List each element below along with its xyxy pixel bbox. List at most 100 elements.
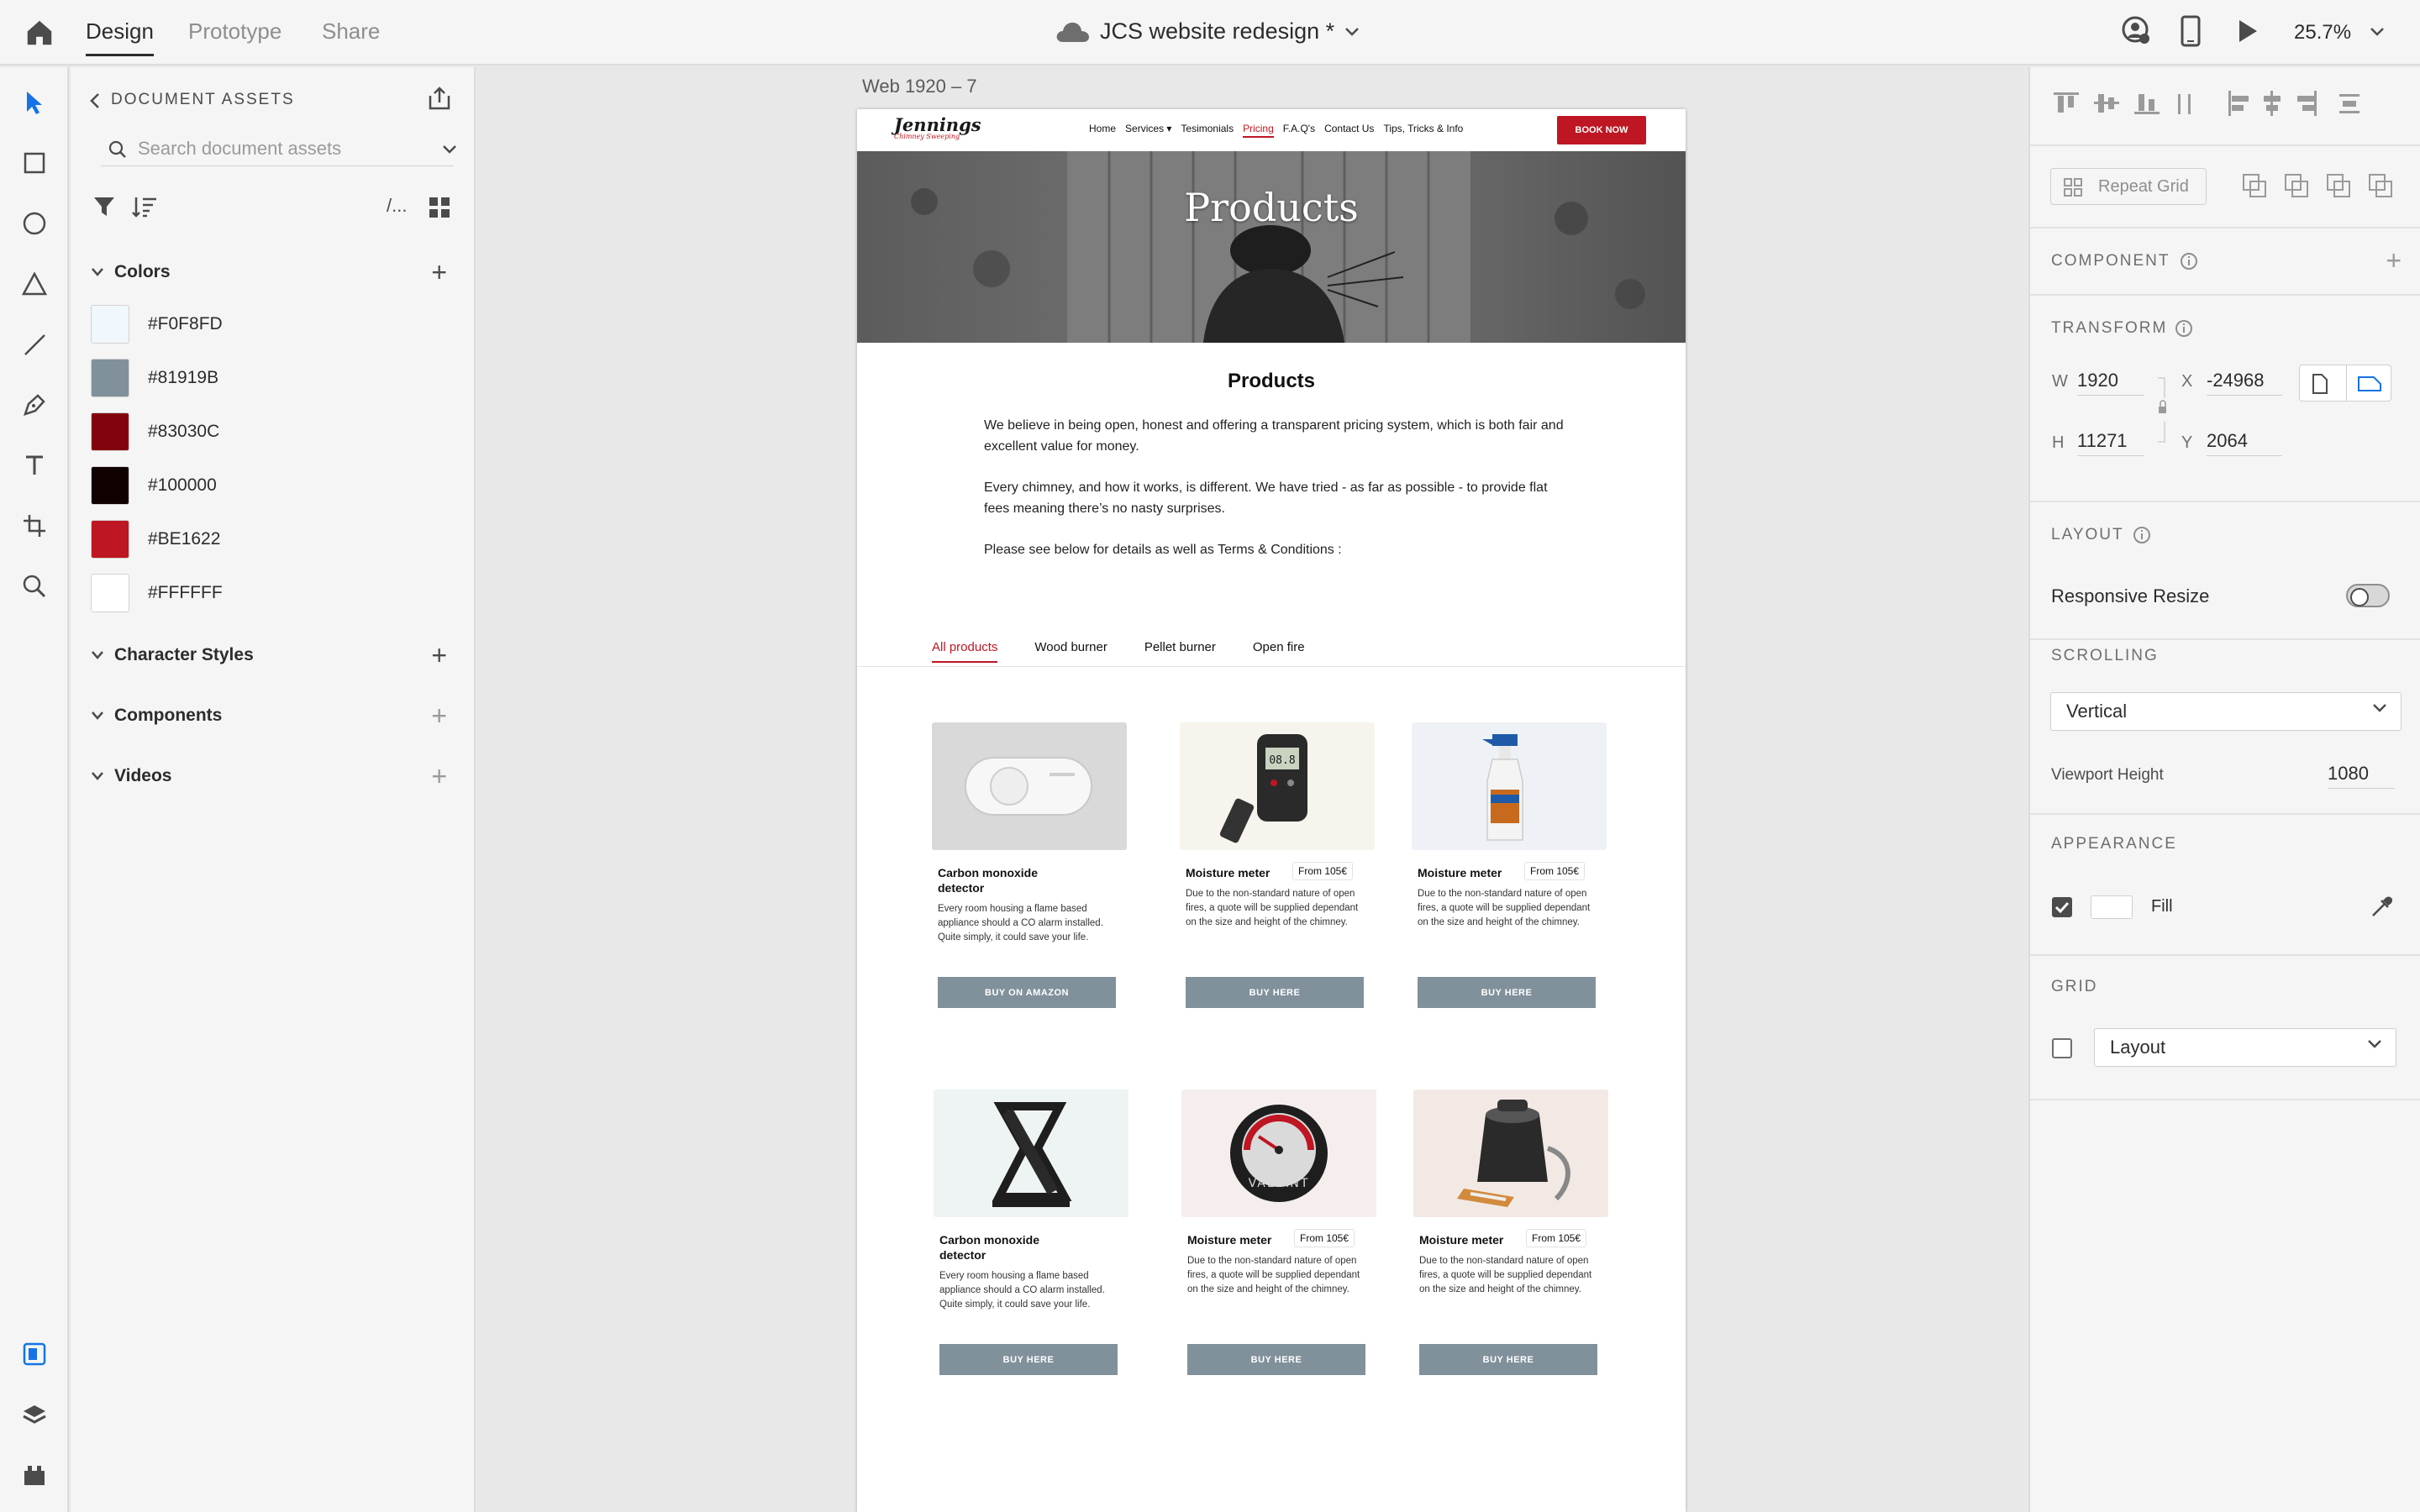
add-color-icon[interactable]: + (431, 259, 447, 286)
color-swatch[interactable] (91, 466, 129, 505)
buy-here-button[interactable]: BUY HERE (1419, 1344, 1597, 1375)
color-swatch[interactable] (91, 574, 129, 612)
boolean-ops-icons[interactable] (2242, 173, 2402, 198)
zoom-level[interactable]: 25.7% (2294, 21, 2351, 45)
y-field[interactable]: 2064 (2207, 430, 2282, 456)
color-swatch[interactable] (91, 412, 129, 451)
nav-link[interactable]: F.A.Q's (1283, 123, 1315, 138)
filter-icon[interactable] (92, 195, 116, 218)
chevron-down-icon (92, 772, 103, 780)
scrolling-dropdown[interactable]: Vertical (2050, 692, 2402, 731)
document-title[interactable]: JCS website redesign * (1055, 18, 1360, 45)
color-swatch-item[interactable]: #100000 (91, 465, 217, 506)
color-swatch[interactable] (91, 359, 129, 397)
share-user-icon[interactable] (2121, 15, 2151, 45)
tab-design[interactable]: Design (86, 18, 154, 56)
scrolling-section-label: SCROLLING (2051, 647, 2159, 664)
plugins-panel-icon[interactable] (18, 1458, 51, 1492)
landscape-icon[interactable] (2357, 375, 2382, 392)
info-icon[interactable] (2175, 319, 2193, 338)
nav-link[interactable]: Tesimonials (1181, 123, 1234, 138)
align-icons[interactable] (2054, 91, 2390, 116)
product-image: VALIANT (1181, 1089, 1376, 1217)
assets-panel-icon[interactable] (18, 1337, 51, 1371)
chevron-down-icon[interactable] (1344, 27, 1360, 37)
artboard-label[interactable]: Web 1920 – 7 (862, 76, 977, 97)
add-component-state-icon[interactable]: + (2386, 247, 2402, 274)
buy-here-button[interactable]: BUY HERE (939, 1344, 1118, 1375)
product-tab[interactable]: Pellet burner (1144, 640, 1216, 663)
repeat-grid-button[interactable]: Repeat Grid (2050, 168, 2207, 205)
product-tab[interactable]: Wood burner (1034, 640, 1107, 663)
info-icon[interactable] (2180, 252, 2198, 270)
polygon-tool-icon[interactable] (18, 267, 51, 301)
grid-view-icon[interactable] (429, 197, 450, 218)
book-now-button[interactable]: BOOK NOW (1557, 116, 1646, 144)
tab-prototype[interactable]: Prototype (188, 18, 281, 45)
design-canvas[interactable]: Web 1920 – 7 Jennings Chimney Sweeping Ho… (477, 67, 2027, 1512)
nav-link[interactable]: Services ▾ (1125, 123, 1171, 138)
text-tool-icon[interactable] (18, 449, 51, 482)
fill-color-swatch[interactable] (2091, 895, 2133, 919)
info-icon[interactable] (2133, 526, 2151, 544)
x-field[interactable]: -24968 (2207, 370, 2282, 396)
buy-here-button[interactable]: BUY HERE (1186, 977, 1364, 1008)
zoom-chevron-icon[interactable] (2370, 27, 2385, 37)
fill-checkbox[interactable] (2052, 897, 2072, 917)
export-icon[interactable] (427, 86, 452, 111)
buy-here-button[interactable]: BUY HERE (1187, 1344, 1365, 1375)
grid-type-dropdown[interactable]: Layout (2094, 1028, 2396, 1067)
search-input[interactable]: Search document assets (101, 133, 457, 166)
width-field[interactable]: 1920 (2077, 370, 2144, 396)
select-tool-icon[interactable] (18, 86, 51, 119)
list-view-toggle[interactable]: /... (387, 195, 407, 217)
color-swatch-item[interactable]: #F0F8FD (91, 304, 223, 344)
nav-link[interactable]: Home (1089, 123, 1116, 138)
add-character-style-icon[interactable]: + (431, 642, 447, 669)
back-chevron-icon[interactable] (89, 92, 101, 109)
color-swatch[interactable] (91, 520, 129, 559)
nav-link[interactable]: Contact Us (1324, 123, 1374, 138)
portrait-icon[interactable] (2312, 373, 2328, 395)
product-tab[interactable]: All products (932, 640, 998, 663)
color-swatch-item[interactable]: #FFFFFF (91, 573, 223, 613)
sort-icon[interactable] (131, 195, 158, 218)
eyedropper-icon[interactable] (2370, 894, 2395, 919)
add-video-icon[interactable]: + (431, 763, 447, 790)
buy-here-button[interactable]: BUY HERE (1418, 977, 1596, 1008)
character-styles-section-header[interactable]: Character Styles (91, 645, 254, 665)
nav-link[interactable]: Pricing (1243, 123, 1274, 138)
device-preview-icon[interactable] (2180, 15, 2202, 47)
color-swatch-item[interactable]: #BE1622 (91, 519, 220, 559)
color-swatch[interactable] (91, 305, 129, 344)
product-tab[interactable]: Open fire (1253, 640, 1305, 663)
artboard-tool-icon[interactable] (18, 509, 51, 543)
buy-on-amazon-button[interactable]: BUY ON AMAZON (938, 977, 1116, 1008)
colors-section-header[interactable]: Colors (91, 262, 171, 282)
viewport-height-field[interactable]: 1080 (2328, 763, 2395, 789)
rectangle-tool-icon[interactable] (18, 146, 51, 180)
play-icon[interactable] (2237, 18, 2259, 44)
intro-paragraph: Please see below for details as well as … (984, 543, 1342, 557)
grid-checkbox[interactable] (2052, 1038, 2072, 1058)
color-swatch-item[interactable]: #83030C (91, 412, 219, 452)
artboard[interactable]: Jennings Chimney Sweeping Home Services ▾ T… (857, 109, 1686, 1512)
height-field[interactable]: 11271 (2077, 430, 2144, 456)
layers-panel-icon[interactable] (18, 1398, 51, 1431)
color-swatch-item[interactable]: #81919B (91, 358, 218, 398)
responsive-resize-toggle[interactable] (2346, 584, 2390, 607)
videos-section-header[interactable]: Videos (91, 766, 171, 786)
line-tool-icon[interactable] (18, 328, 51, 361)
orientation-toggle[interactable] (2299, 365, 2391, 402)
zoom-tool-icon[interactable] (18, 570, 51, 603)
home-icon[interactable] (24, 17, 55, 49)
components-section-header[interactable]: Components (91, 706, 222, 726)
grid-type-value: Layout (2110, 1037, 2166, 1058)
ellipse-tool-icon[interactable] (18, 207, 51, 240)
pen-tool-icon[interactable] (18, 388, 51, 422)
tab-share[interactable]: Share (322, 18, 380, 45)
search-chevron-icon[interactable] (442, 144, 457, 155)
lock-aspect-icon[interactable] (2156, 376, 2168, 444)
nav-link[interactable]: Tips, Tricks & Info (1383, 123, 1463, 138)
add-component-icon[interactable]: + (431, 702, 447, 729)
